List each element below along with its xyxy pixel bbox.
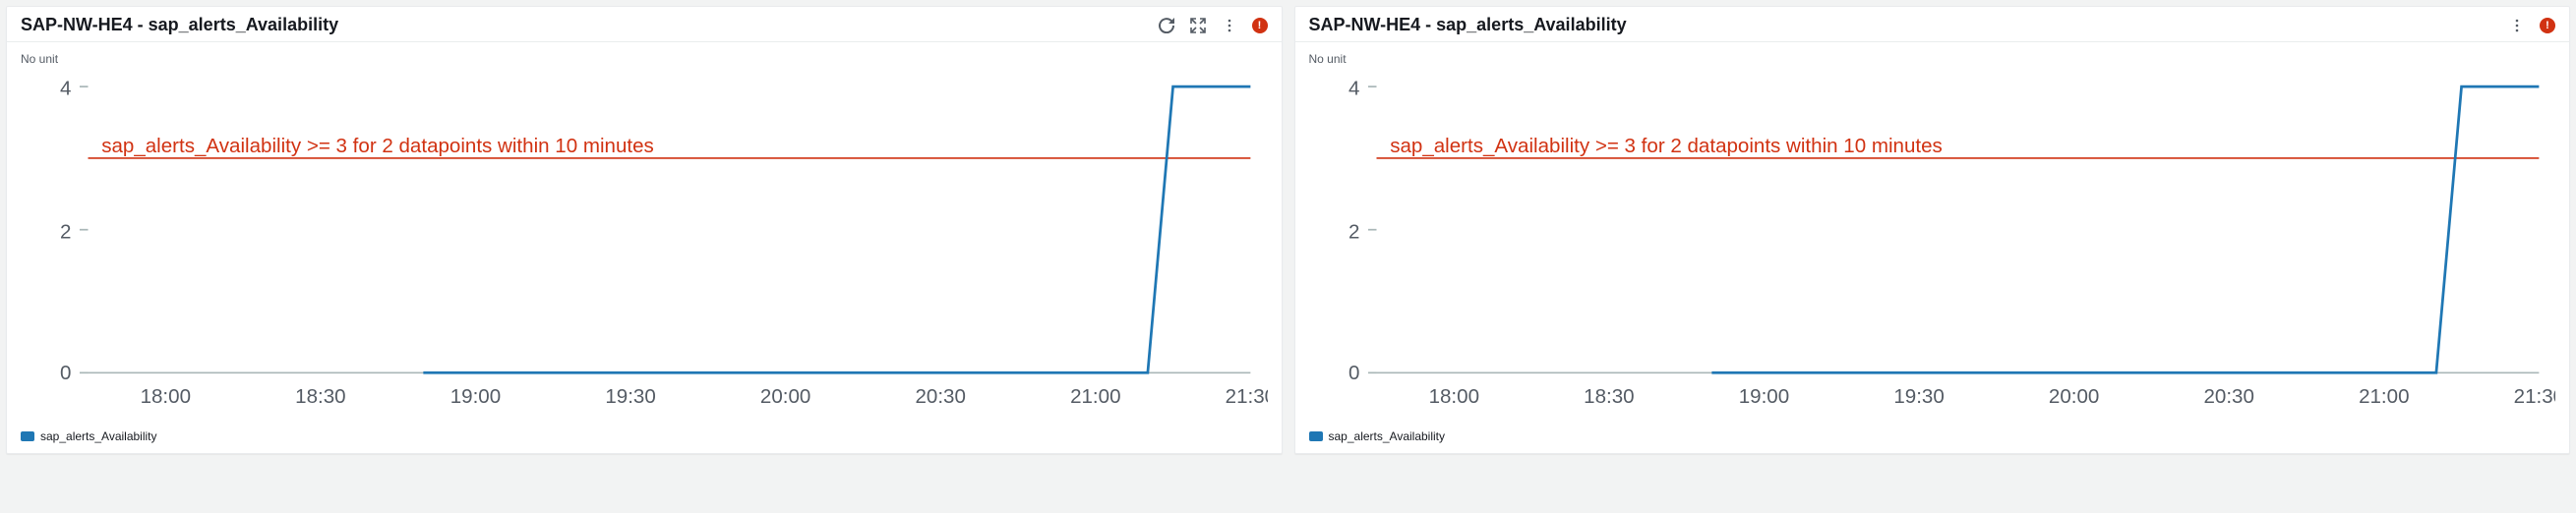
unit-label: No unit xyxy=(21,52,1268,66)
series-line xyxy=(1711,86,2539,372)
x-tick-label: 20:30 xyxy=(915,385,965,408)
x-tick-label: 20:00 xyxy=(760,385,810,408)
x-tick-label: 18:00 xyxy=(141,385,191,408)
panel-title: SAP-NW-HE4 - sap_alerts_Availability xyxy=(1309,15,2509,35)
more-icon[interactable] xyxy=(1221,17,1238,34)
x-tick-label: 20:30 xyxy=(2203,385,2253,408)
x-tick-label: 20:00 xyxy=(2048,385,2098,408)
legend: sap_alerts_Availability xyxy=(1309,424,2556,443)
legend: sap_alerts_Availability xyxy=(21,424,1268,443)
refresh-icon[interactable] xyxy=(1158,17,1175,34)
panel-title: SAP-NW-HE4 - sap_alerts_Availability xyxy=(21,15,1158,35)
line-chart: 4 2 0 sap_alerts_Availability >= 3 for 2… xyxy=(21,70,1268,424)
x-tick-label: 21:30 xyxy=(1226,385,1268,408)
x-tick-label: 21:00 xyxy=(1070,385,1120,408)
line-chart: 4 2 0 sap_alerts_Availability >= 3 for 2… xyxy=(1309,70,2556,424)
threshold-label: sap_alerts_Availability >= 3 for 2 datap… xyxy=(1390,135,1943,157)
x-tick-label: 19:30 xyxy=(1893,385,1944,408)
x-tick-label: 18:30 xyxy=(1584,385,1634,408)
y-tick-label: 4 xyxy=(60,78,71,100)
panel-actions: ! xyxy=(1158,17,1268,34)
panel-body: No unit 4 2 0 sap_alerts_Availability >=… xyxy=(7,42,1282,453)
y-tick-label: 4 xyxy=(1348,78,1358,100)
metric-panel: SAP-NW-HE4 - sap_alerts_Availability ! N… xyxy=(1294,6,2571,454)
legend-label: sap_alerts_Availability xyxy=(1329,429,1446,443)
panel-header: SAP-NW-HE4 - sap_alerts_Availability ! xyxy=(1295,7,2570,42)
x-tick-label: 19:00 xyxy=(450,385,501,408)
x-tick-label: 18:00 xyxy=(1428,385,1478,408)
series-line xyxy=(423,86,1250,372)
x-tick-label: 19:30 xyxy=(605,385,655,408)
unit-label: No unit xyxy=(1309,52,2556,66)
alert-icon[interactable]: ! xyxy=(1252,18,1268,33)
x-tick-label: 19:00 xyxy=(1738,385,1788,408)
expand-icon[interactable] xyxy=(1189,17,1207,34)
alert-icon[interactable]: ! xyxy=(2540,18,2555,33)
panel-actions: ! xyxy=(2508,17,2555,34)
threshold-label: sap_alerts_Availability >= 3 for 2 datap… xyxy=(101,135,654,157)
y-tick-label: 2 xyxy=(60,220,71,243)
more-icon[interactable] xyxy=(2508,17,2526,34)
panel-header: SAP-NW-HE4 - sap_alerts_Availability ! xyxy=(7,7,1282,42)
legend-swatch xyxy=(21,431,34,441)
x-tick-label: 21:00 xyxy=(2359,385,2409,408)
chart-area: 4 2 0 sap_alerts_Availability >= 3 for 2… xyxy=(1309,70,2556,424)
panel-body: No unit 4 2 0 sap_alerts_Availability >=… xyxy=(1295,42,2570,453)
y-tick-label: 2 xyxy=(1348,220,1358,243)
y-tick-label: 0 xyxy=(1348,362,1358,384)
y-tick-label: 0 xyxy=(60,362,71,384)
chart-area: 4 2 0 sap_alerts_Availability >= 3 for 2… xyxy=(21,70,1268,424)
x-tick-label: 21:30 xyxy=(2513,385,2555,408)
x-tick-label: 18:30 xyxy=(295,385,345,408)
metric-panel: SAP-NW-HE4 - sap_alerts_Availability ! N… xyxy=(6,6,1283,454)
legend-swatch xyxy=(1309,431,1323,441)
legend-label: sap_alerts_Availability xyxy=(40,429,157,443)
